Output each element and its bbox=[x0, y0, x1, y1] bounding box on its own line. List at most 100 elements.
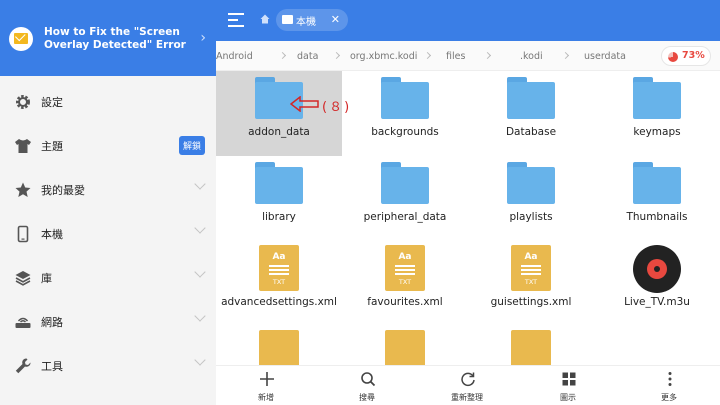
file-item[interactable]: Aa TXT favourites.xml bbox=[342, 241, 468, 326]
tab-label: 本機 bbox=[296, 17, 316, 28]
wrench-icon bbox=[15, 358, 31, 374]
sidebar-item-local[interactable]: 本機 bbox=[0, 212, 216, 256]
text-file-icon: Aa TXT bbox=[511, 245, 551, 291]
file-item[interactable]: Aa TXT advancedsettings.xml bbox=[216, 241, 342, 326]
file-item[interactable]: Database bbox=[468, 71, 594, 156]
search-icon bbox=[361, 372, 376, 387]
new-label: 新增 bbox=[258, 393, 274, 402]
network-icon bbox=[15, 317, 31, 328]
chevron-right-icon bbox=[332, 51, 341, 60]
sidebar-item-label: 我的最愛 bbox=[41, 184, 85, 197]
search-label: 搜尋 bbox=[359, 393, 375, 402]
file-name: peripheral_data bbox=[363, 211, 447, 223]
view-mode-button[interactable]: 圖示 bbox=[518, 366, 618, 405]
refresh-button[interactable]: 重新整理 bbox=[417, 366, 517, 405]
storage-indicator[interactable]: 73% bbox=[661, 46, 711, 66]
unlock-badge[interactable]: 解鎖 bbox=[178, 136, 205, 155]
banner-title: How to Fix the "Screen Overlay Detected"… bbox=[44, 26, 186, 51]
annotation-label: (８) bbox=[322, 100, 352, 115]
chevron-down-icon[interactable] bbox=[194, 222, 206, 234]
chevron-down-icon[interactable] bbox=[194, 310, 206, 322]
file-name: guisettings.xml bbox=[490, 296, 572, 308]
layers-icon bbox=[15, 271, 31, 286]
folder-icon bbox=[381, 162, 429, 204]
file-name: backgrounds bbox=[371, 126, 439, 138]
gear-icon bbox=[16, 95, 30, 109]
refresh-label: 重新整理 bbox=[451, 393, 483, 402]
file-name: favourites.xml bbox=[367, 296, 443, 308]
more-label: 更多 bbox=[661, 393, 677, 402]
phone-icon bbox=[17, 225, 29, 243]
sidebar-banner[interactable]: How to Fix the "Screen Overlay Detected"… bbox=[0, 0, 216, 76]
sidebar-item-settings[interactable]: 設定 bbox=[0, 80, 216, 124]
chevron-down-icon[interactable] bbox=[194, 266, 206, 278]
sidebar-item-network[interactable]: 網路 bbox=[0, 300, 216, 344]
file-name: library bbox=[262, 211, 296, 223]
file-name: Live_TV.m3u bbox=[624, 296, 690, 308]
more-icon bbox=[668, 372, 672, 386]
folder-icon bbox=[255, 162, 303, 204]
grid-view-icon bbox=[562, 372, 576, 386]
close-icon[interactable]: ✕ bbox=[331, 13, 340, 26]
more-button[interactable]: 更多 bbox=[619, 366, 719, 405]
file-item[interactable]: keymaps bbox=[594, 71, 720, 156]
breadcrumb-item[interactable]: userdata bbox=[584, 51, 626, 62]
sidebar-item-tools[interactable]: 工具 bbox=[0, 344, 216, 388]
breadcrumb-item[interactable]: data bbox=[297, 51, 318, 62]
chevron-down-icon[interactable] bbox=[194, 354, 206, 366]
sidebar-item-label: 設定 bbox=[41, 96, 63, 109]
file-item[interactable]: peripheral_data bbox=[342, 156, 468, 241]
breadcrumb: Android data org.xbmc.kodi files .kodi u… bbox=[216, 41, 720, 71]
chevron-right-icon bbox=[278, 51, 287, 60]
breadcrumb-item[interactable]: Android bbox=[216, 51, 253, 62]
chevron-down-icon[interactable] bbox=[194, 178, 206, 190]
file-item[interactable] bbox=[342, 326, 468, 365]
refresh-icon bbox=[461, 372, 475, 387]
shirt-icon bbox=[15, 139, 31, 153]
file-item[interactable]: playlists bbox=[468, 156, 594, 241]
chevron-right-icon bbox=[561, 51, 570, 60]
file-item[interactable]: Aa TXT guisettings.xml bbox=[468, 241, 594, 326]
text-file-icon: Aa TXT bbox=[385, 245, 425, 291]
folder-icon bbox=[507, 162, 555, 204]
file-item[interactable] bbox=[468, 326, 594, 365]
storage-percent: 73% bbox=[682, 50, 705, 61]
file-name: playlists bbox=[509, 211, 553, 223]
sidebar-item-label: 網路 bbox=[41, 316, 63, 329]
file-item[interactable]: library bbox=[216, 156, 342, 241]
audio-playlist-icon bbox=[633, 245, 681, 293]
sidebar-item-label: 主題 bbox=[41, 140, 63, 153]
file-item[interactable]: Thumbnails bbox=[594, 156, 720, 241]
annotation-arrow-icon bbox=[290, 96, 319, 112]
file-name: addon_data bbox=[248, 126, 310, 138]
home-icon[interactable] bbox=[260, 14, 270, 24]
sidebar-item-label: 本機 bbox=[41, 228, 63, 241]
menu-icon[interactable] bbox=[228, 12, 244, 28]
file-name: Thumbnails bbox=[626, 211, 688, 223]
storage-pie-icon bbox=[668, 52, 678, 62]
folder-icon bbox=[381, 77, 429, 119]
text-file-icon bbox=[511, 330, 551, 365]
file-item[interactable]: backgrounds bbox=[342, 71, 468, 156]
breadcrumb-item[interactable]: org.xbmc.kodi bbox=[350, 51, 417, 62]
breadcrumb-item[interactable]: .kodi bbox=[520, 51, 543, 62]
device-icon bbox=[282, 15, 293, 24]
file-item[interactable]: Live_TV.m3u bbox=[594, 241, 720, 326]
breadcrumb-item[interactable]: files bbox=[446, 51, 465, 62]
sidebar-item-label: 庫 bbox=[41, 272, 52, 285]
sidebar: How to Fix the "Screen Overlay Detected"… bbox=[0, 0, 216, 405]
tab-local[interactable]: 本機 ✕ bbox=[276, 9, 348, 31]
sidebar-item-favorites[interactable]: 我的最愛 bbox=[0, 168, 216, 212]
sidebar-item-library[interactable]: 庫 bbox=[0, 256, 216, 300]
sidebar-item-theme[interactable]: 主題 解鎖 bbox=[0, 124, 216, 168]
sidebar-item-label: 工具 bbox=[41, 360, 63, 373]
file-name: keymaps bbox=[633, 126, 681, 138]
file-item[interactable] bbox=[216, 326, 342, 365]
new-button[interactable]: 新增 bbox=[216, 366, 316, 405]
folder-icon bbox=[633, 77, 681, 119]
view-mode-label: 圖示 bbox=[560, 393, 576, 402]
text-file-icon: Aa TXT bbox=[259, 245, 299, 291]
file-grid: addon_data backgrounds Database keymaps … bbox=[216, 71, 720, 365]
star-icon bbox=[15, 182, 31, 197]
search-button[interactable]: 搜尋 bbox=[317, 366, 417, 405]
